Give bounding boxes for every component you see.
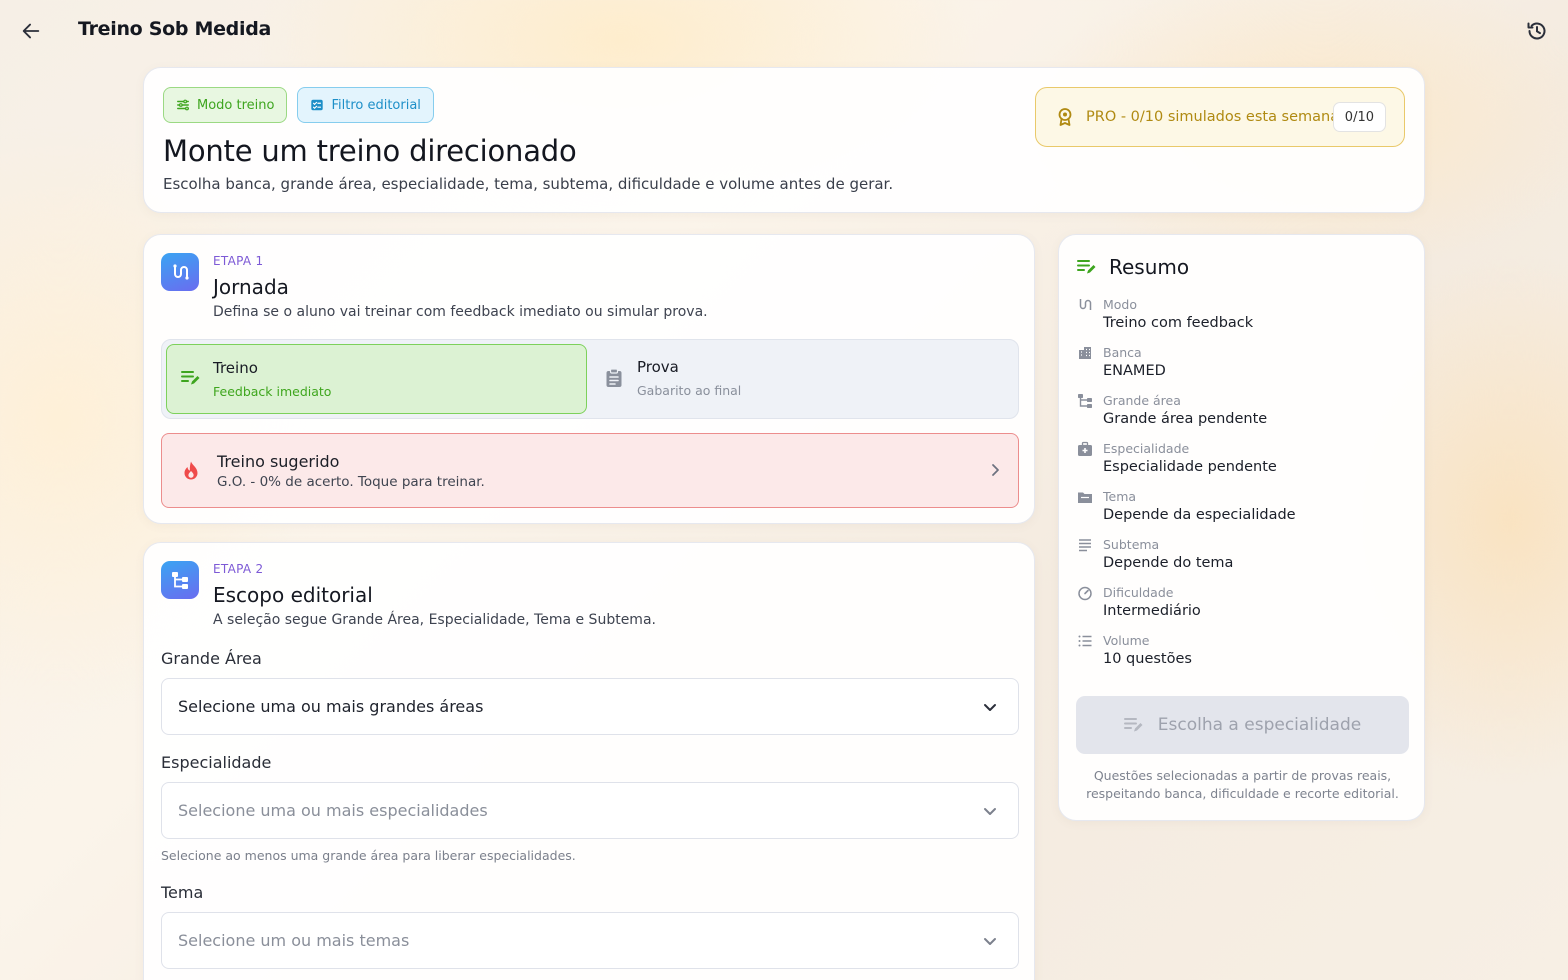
summary-row-value: Grande área pendente <box>1103 411 1268 427</box>
tema-label: Tema <box>161 883 204 902</box>
summary-row-value: Intermediário <box>1103 603 1201 619</box>
summary-row-subtema: Subtema Depende do tema <box>1077 537 1407 581</box>
sliders-icon <box>177 99 189 111</box>
journey-option-sub: Gabarito ao final <box>637 383 742 398</box>
summary-row-volume: Volume 10 questões <box>1077 633 1407 677</box>
summary-row-especialidade: Especialidade Especialidade pendente <box>1077 441 1407 485</box>
generate-button-label: Escolha a especialidade <box>1157 715 1362 735</box>
flame-icon <box>184 461 198 480</box>
grande-area-label: Grande Área <box>161 649 262 668</box>
gauge-icon <box>1078 586 1092 601</box>
especialidade-label: Especialidade <box>161 753 272 772</box>
route-icon <box>1079 299 1092 310</box>
summary-row-label: Subtema <box>1103 537 1160 552</box>
summary-row-modo: Modo Treino com feedback <box>1077 297 1407 341</box>
stage-1-description: Defina se o aluno vai treinar com feedba… <box>213 304 708 320</box>
summary-row-tema: Tema Depende da especialidade <box>1077 489 1407 533</box>
suggested-training-title: Treino sugerido <box>217 452 340 471</box>
stage-1-tag: ETAPA 1 <box>213 254 264 268</box>
medical-bag-icon <box>1078 441 1092 456</box>
award-icon <box>1058 108 1072 126</box>
summary-row-value: 10 questões <box>1103 651 1192 667</box>
mode-chip-label: Modo treino <box>197 97 275 113</box>
suggested-training-text: G.O. - 0% de acerto. Toque para treinar. <box>217 474 485 490</box>
list-icon <box>1078 635 1092 647</box>
chevron-down-icon <box>984 808 996 815</box>
grande-area-select[interactable]: Selecione uma ou mais grandes áreas <box>161 678 1019 735</box>
pro-quota-count: 0/10 <box>1332 102 1386 132</box>
chevron-right-icon <box>992 464 999 476</box>
hierarchy-icon <box>161 561 199 599</box>
journey-option-sub: Feedback imediato <box>213 384 332 399</box>
journey-option-prova[interactable]: Prova Gabarito ao final <box>591 344 1012 414</box>
history-icon <box>1527 22 1546 40</box>
generate-button[interactable]: Escolha a especialidade <box>1076 696 1409 754</box>
journey-option-label: Treino <box>213 359 258 377</box>
tema-select[interactable]: Selecione um ou mais temas <box>161 912 1019 969</box>
filter-chip-label: Filtro editorial <box>331 97 421 113</box>
chevron-down-icon <box>984 704 996 711</box>
folder-icon <box>1078 492 1092 503</box>
tema-placeholder: Selecione um ou mais temas <box>178 931 410 950</box>
history-button[interactable] <box>1520 14 1554 48</box>
summary-row-label: Volume <box>1103 633 1150 648</box>
summary-row-value: Especialidade pendente <box>1103 459 1277 475</box>
pro-quota-text: PRO - 0/10 simulados esta semana <box>1086 109 1340 125</box>
summary-row-value: ENAMED <box>1103 363 1166 379</box>
summary-row-grande-area: Grande área Grande área pendente <box>1077 393 1407 437</box>
summary-row-value: Depende do tema <box>1103 555 1234 571</box>
back-button[interactable] <box>14 14 48 48</box>
building-icon <box>1079 347 1091 359</box>
edit-list-icon <box>1077 260 1096 274</box>
especialidade-hint: Selecione ao menos uma grande área para … <box>161 848 576 863</box>
summary-row-label: Tema <box>1103 489 1137 504</box>
summary-footer-note: Questões selecionadas a partir de provas… <box>1086 768 1399 801</box>
journey-option-label: Prova <box>637 358 679 376</box>
stage-2-description: A seleção segue Grande Área, Especialida… <box>213 612 656 628</box>
chevron-down-icon <box>984 938 996 945</box>
summary-row-label: Banca <box>1103 345 1142 360</box>
summary-row-label: Dificuldade <box>1103 585 1174 600</box>
summary-row-label: Especialidade <box>1103 441 1190 456</box>
edit-list-icon <box>1123 718 1143 732</box>
edit-list-icon <box>181 371 200 385</box>
stage-2-title: Escopo editorial <box>213 583 373 607</box>
stage-2-tag: ETAPA 2 <box>213 562 264 576</box>
pro-quota-badge: PRO - 0/10 simulados esta semana 0/10 <box>1035 87 1405 147</box>
especialidade-select[interactable]: Selecione uma ou mais especialidades <box>161 782 1019 839</box>
mode-chip[interactable]: Modo treino <box>163 87 288 123</box>
stage-1-card: ETAPA 1 Jornada Defina se o aluno vai tr… <box>143 234 1035 524</box>
route-icon <box>161 253 199 291</box>
summary-row-label: Modo <box>1103 297 1138 312</box>
summary-row-value: Depende da especialidade <box>1103 507 1296 523</box>
journey-selector: Treino Feedback imediato Prova Gabarito … <box>161 339 1019 419</box>
page-subtitle: Escolha banca, grande área, especialidad… <box>163 175 894 193</box>
summary-row-value: Treino com feedback <box>1103 315 1254 331</box>
summary-card: Resumo Modo Treino com feedback Banca EN… <box>1058 234 1425 821</box>
checklist-icon <box>311 99 324 111</box>
filter-chip[interactable]: Filtro editorial <box>297 87 434 123</box>
journey-option-treino[interactable]: Treino Feedback imediato <box>166 344 587 414</box>
summary-row-label: Grande área <box>1103 393 1181 408</box>
app-title: Treino Sob Medida <box>78 18 272 40</box>
suggested-training-card[interactable]: Treino sugerido G.O. - 0% de acerto. Toq… <box>161 433 1019 508</box>
stage-1-title: Jornada <box>213 275 289 299</box>
summary-title: Resumo <box>1109 255 1190 279</box>
summary-row-dificuldade: Dificuldade Intermediário <box>1077 585 1407 629</box>
header-card: Modo treino Filtro editorial Monte um tr… <box>143 67 1425 213</box>
stage-2-card: ETAPA 2 Escopo editorial A seleção segue… <box>143 542 1035 980</box>
especialidade-placeholder: Selecione uma ou mais especialidades <box>178 801 488 820</box>
hierarchy-icon <box>1078 394 1092 408</box>
page-title: Monte um treino direcionado <box>163 134 577 168</box>
summary-row-banca: Banca ENAMED <box>1077 345 1407 389</box>
arrow-left-icon <box>22 23 40 39</box>
clipboard-icon <box>606 368 622 387</box>
grande-area-placeholder: Selecione uma ou mais grandes áreas <box>178 697 484 716</box>
lines-icon <box>1079 539 1091 552</box>
top-bar: Treino Sob Medida <box>0 0 1568 62</box>
